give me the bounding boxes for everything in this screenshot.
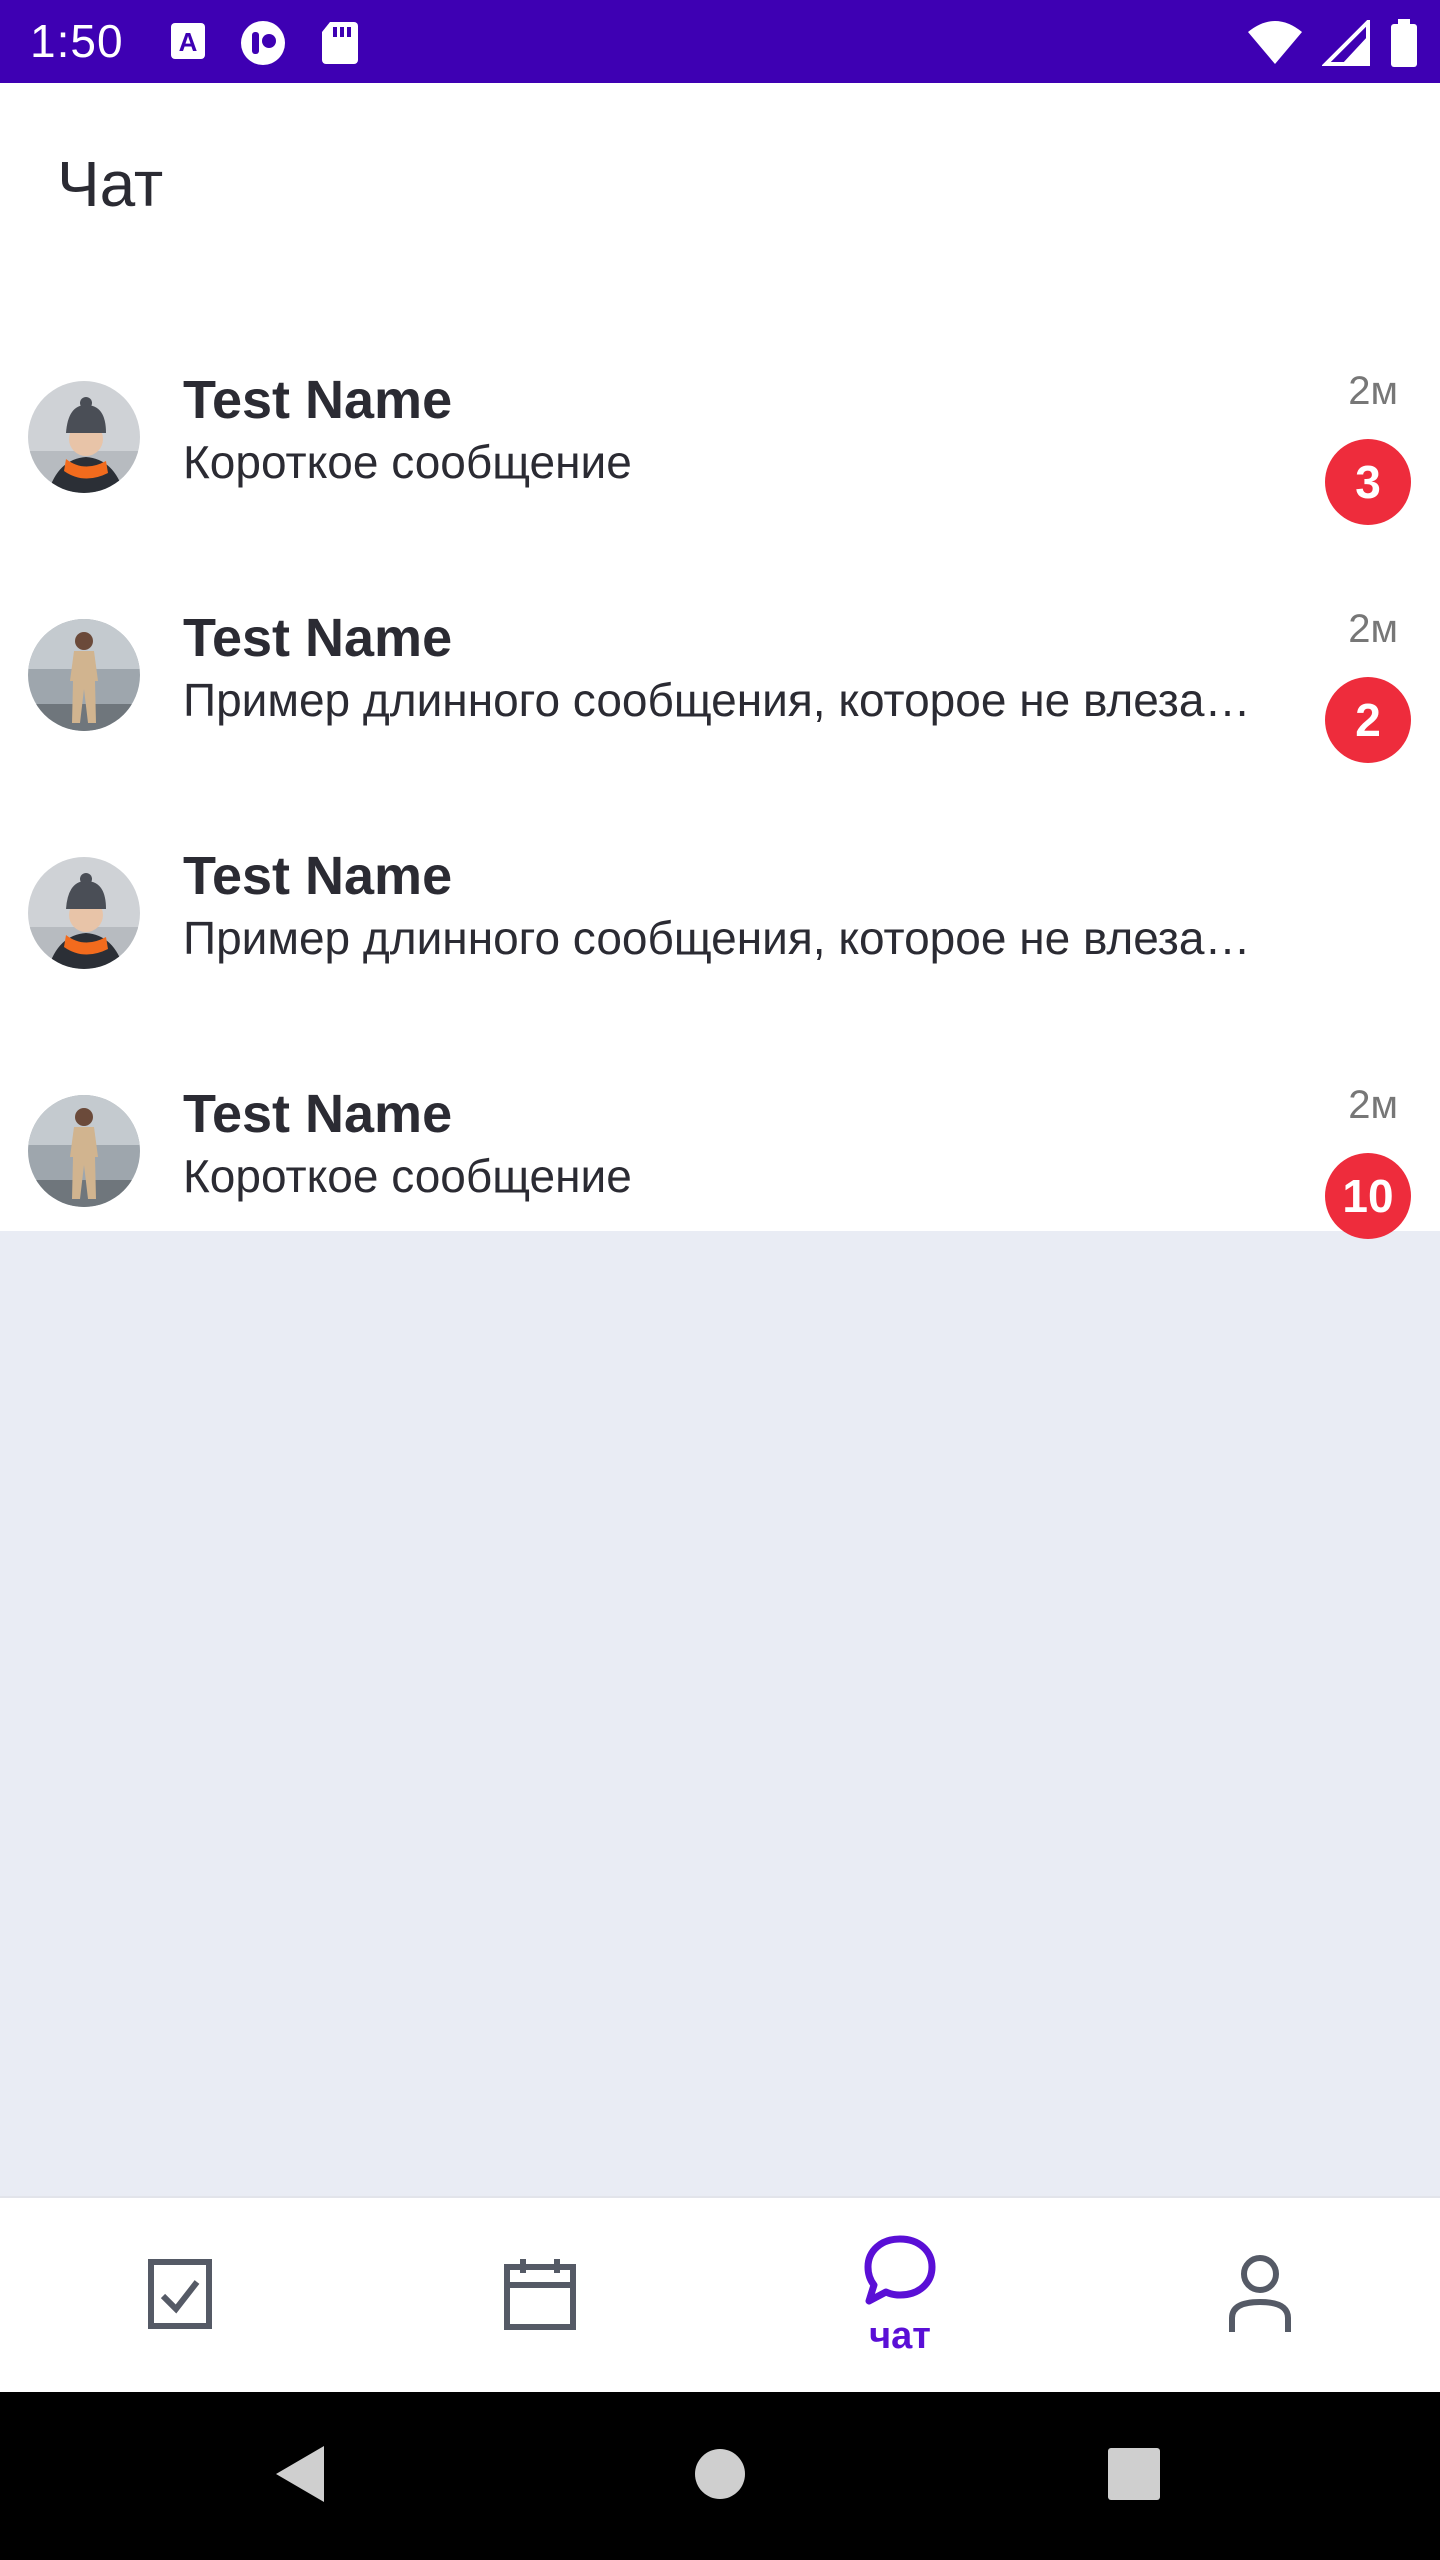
text-a-icon: A xyxy=(168,20,208,67)
home-button[interactable] xyxy=(620,2392,820,2560)
chat-list-item[interactable]: Test Name Пример длинного сообщения, кот… xyxy=(0,797,1440,1035)
page-title: Чат xyxy=(57,148,164,220)
avatar xyxy=(28,1095,140,1207)
status-bar: 1:50 A xyxy=(0,0,1440,83)
cell-signal-icon xyxy=(1321,17,1372,71)
sd-card-icon xyxy=(320,20,360,71)
checkbox-icon xyxy=(147,2258,213,2335)
system-navigation-bar xyxy=(0,2392,1440,2560)
home-circle-icon xyxy=(693,2447,747,2506)
chat-time: 2м xyxy=(1348,369,1398,413)
avatar xyxy=(28,857,140,969)
chat-message-preview: Короткое сообщение xyxy=(183,436,632,488)
chat-time: 2м xyxy=(1348,607,1398,651)
chat-sender-name: Test Name xyxy=(183,1084,453,1144)
chat-message-preview: Пример длинного сообщения, которое не вл… xyxy=(183,912,1268,964)
status-time: 1:50 xyxy=(30,15,124,67)
chat-list-item[interactable]: Test Name Короткое сообщение 2м 10 xyxy=(0,1035,1440,1273)
back-triangle-icon xyxy=(272,2443,328,2510)
nav-chat-label: чат xyxy=(869,2315,931,2357)
app-header: Чат xyxy=(0,83,1440,283)
chat-list-item[interactable]: Test Name Короткое сообщение 2м 3 xyxy=(0,321,1440,559)
chat-sender-name: Test Name xyxy=(183,370,453,430)
chat-time: 2м xyxy=(1348,1083,1398,1127)
app-circle-icon xyxy=(238,20,288,71)
nav-chat[interactable]: чат xyxy=(720,2198,1080,2394)
chat-sender-name: Test Name xyxy=(183,846,453,906)
chat-message-preview: Пример длинного сообщения, которое не вл… xyxy=(183,674,1268,726)
chat-message-preview: Короткое сообщение xyxy=(183,1150,632,1202)
wifi-icon xyxy=(1246,20,1304,71)
unread-badge: 10 xyxy=(1325,1153,1411,1239)
avatar xyxy=(28,381,140,493)
calendar-icon xyxy=(503,2257,577,2336)
chat-sender-name: Test Name xyxy=(183,608,453,668)
recents-square-icon xyxy=(1107,2447,1161,2506)
chat-bubble-icon xyxy=(863,2234,937,2311)
unread-badge: 3 xyxy=(1325,439,1411,525)
nav-tasks[interactable] xyxy=(0,2198,360,2394)
avatar xyxy=(28,619,140,731)
bottom-navigation: чат xyxy=(0,2196,1440,2392)
battery-icon xyxy=(1390,18,1418,73)
chat-list-item[interactable]: Test Name Пример длинного сообщения, кот… xyxy=(0,559,1440,797)
person-icon xyxy=(1227,2254,1293,2339)
svg-text:A: A xyxy=(179,27,198,57)
recents-button[interactable] xyxy=(1034,2392,1234,2560)
back-button[interactable] xyxy=(200,2392,400,2560)
nav-profile[interactable] xyxy=(1080,2198,1440,2394)
nav-calendar[interactable] xyxy=(360,2198,720,2394)
chat-list: Test Name Короткое сообщение 2м 3 Test N… xyxy=(0,283,1440,1239)
unread-badge: 2 xyxy=(1325,677,1411,763)
